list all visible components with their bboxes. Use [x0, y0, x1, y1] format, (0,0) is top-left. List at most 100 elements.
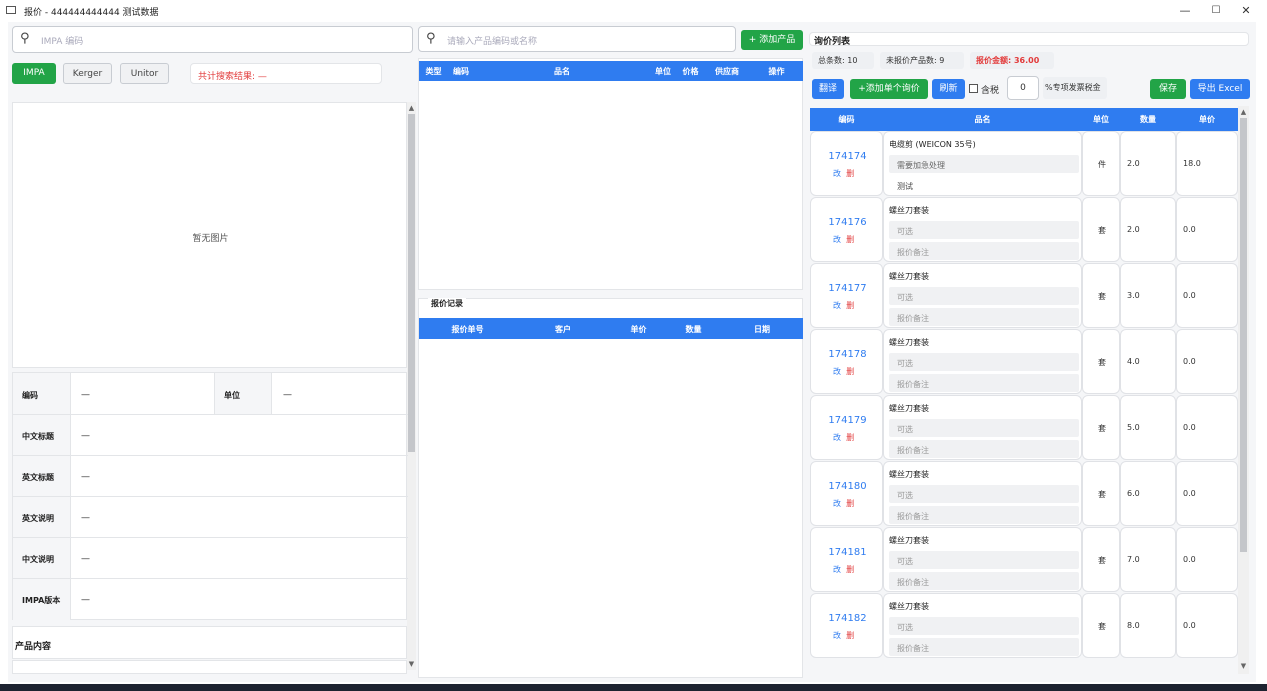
price-value[interactable]: 0.0: [1183, 423, 1196, 432]
edit-delete-links: 改 删: [833, 234, 854, 245]
product-name: 螺丝刀套装: [889, 338, 929, 347]
tab-impa[interactable]: IMPA: [12, 63, 56, 84]
delete-link[interactable]: 删: [846, 631, 854, 640]
requirement-field[interactable]: 可选: [889, 287, 1079, 305]
edit-link[interactable]: 改: [833, 169, 841, 178]
inquiry-scrollbar[interactable]: ▲ ▼: [1238, 106, 1249, 674]
price-value[interactable]: 0.0: [1183, 357, 1196, 366]
impa-search-input[interactable]: ⚲ IMPA 编码: [12, 26, 413, 53]
quote-note-field[interactable]: 报价备注: [889, 242, 1079, 260]
refresh-button[interactable]: 刷新: [932, 79, 965, 99]
inquiry-code[interactable]: 174177: [811, 283, 884, 294]
quote-note-field[interactable]: 报价备注: [889, 638, 1079, 656]
edit-link[interactable]: 改: [833, 631, 841, 640]
inquiry-row-price-cell: 0.0: [1176, 395, 1238, 460]
search-icon: ⚲: [426, 31, 436, 46]
edit-link[interactable]: 改: [833, 565, 841, 574]
save-button[interactable]: 保存: [1150, 79, 1186, 99]
inquiry-code[interactable]: 174178: [811, 349, 884, 360]
requirement-field[interactable]: 可选: [889, 353, 1079, 371]
edit-delete-links: 改 删: [833, 630, 854, 641]
product-search-input[interactable]: ⚲ 请输入产品编码或名称: [418, 26, 736, 52]
inquiry-col-code: 编码: [838, 115, 855, 124]
edit-link[interactable]: 改: [833, 367, 841, 376]
field-value-en-desc: —: [81, 513, 90, 523]
price-value[interactable]: 0.0: [1183, 291, 1196, 300]
tab-unitor[interactable]: Unitor: [120, 63, 169, 84]
inquiry-row-unit-cell: 套: [1082, 527, 1120, 592]
qty-value[interactable]: 3.0: [1127, 291, 1140, 300]
quote-note-field[interactable]: 报价备注: [889, 440, 1079, 458]
quote-note-field[interactable]: 报价备注: [889, 308, 1079, 326]
tab-kerger[interactable]: Kerger: [63, 63, 112, 84]
price-value[interactable]: 0.0: [1183, 225, 1196, 234]
product-name: 螺丝刀套装: [889, 536, 929, 545]
product-name: 螺丝刀套装: [889, 272, 929, 281]
qty-value[interactable]: 4.0: [1127, 357, 1140, 366]
requirement-field[interactable]: 可选: [889, 551, 1079, 569]
edit-link[interactable]: 改: [833, 433, 841, 442]
inquiry-row-name-cell: 螺丝刀套装 可选 报价备注: [883, 395, 1082, 460]
quote-note-field[interactable]: 报价备注: [889, 572, 1079, 590]
requirement-field[interactable]: 可选: [889, 221, 1079, 239]
col-code: 编码: [453, 67, 469, 76]
add-product-button[interactable]: + 添加产品: [741, 30, 803, 50]
requirement-field[interactable]: 可选: [889, 485, 1079, 503]
price-value[interactable]: 0.0: [1183, 489, 1196, 498]
delete-link[interactable]: 删: [846, 235, 854, 244]
price-value[interactable]: 0.0: [1183, 555, 1196, 564]
maximize-button[interactable]: ☐: [1204, 3, 1228, 19]
edit-delete-links: 改 删: [833, 564, 854, 575]
inquiry-code[interactable]: 174179: [811, 415, 884, 426]
qty-value[interactable]: 2.0: [1127, 159, 1140, 168]
qty-value[interactable]: 8.0: [1127, 621, 1140, 630]
delete-link[interactable]: 删: [846, 433, 854, 442]
inquiry-code[interactable]: 174176: [811, 217, 884, 228]
export-excel-button[interactable]: 导出 Excel: [1190, 79, 1250, 99]
inquiry-code[interactable]: 174182: [811, 613, 884, 624]
qty-value[interactable]: 2.0: [1127, 225, 1140, 234]
close-button[interactable]: ✕: [1234, 3, 1258, 19]
inquiry-code[interactable]: 174180: [811, 481, 884, 492]
no-image-text: 暂无图片: [192, 234, 229, 244]
qty-value[interactable]: 5.0: [1127, 423, 1140, 432]
edit-link[interactable]: 改: [833, 235, 841, 244]
unit-value: 套: [1098, 556, 1106, 565]
inquiry-row-price-cell: 0.0: [1176, 527, 1238, 592]
inquiry-code[interactable]: 174174: [811, 151, 884, 162]
quote-note-field[interactable]: 测试: [889, 176, 1079, 194]
impa-search-placeholder: IMPA 编码: [41, 37, 84, 47]
price-value[interactable]: 18.0: [1183, 159, 1201, 168]
inquiry-code[interactable]: 174181: [811, 547, 884, 558]
inquiry-row-price-cell: 0.0: [1176, 593, 1238, 658]
price-value[interactable]: 0.0: [1183, 621, 1196, 630]
requirement-field[interactable]: 可选: [889, 419, 1079, 437]
requirement-field[interactable]: 需要加急处理: [889, 155, 1079, 173]
translate-button[interactable]: 翻译: [812, 79, 844, 99]
left-scrollbar[interactable]: ▲ ▼: [407, 102, 416, 670]
tax-checkbox[interactable]: [969, 84, 978, 93]
delete-link[interactable]: 删: [846, 499, 854, 508]
quote-note-field[interactable]: 报价备注: [889, 506, 1079, 524]
tax-rate-input[interactable]: 0: [1007, 76, 1039, 100]
unit-value: 套: [1098, 490, 1106, 499]
inquiry-row-unit-cell: 套: [1082, 395, 1120, 460]
delete-link[interactable]: 删: [846, 367, 854, 376]
add-single-inquiry-button[interactable]: +添加单个询价: [850, 79, 928, 99]
inquiry-row-price-cell: 0.0: [1176, 263, 1238, 328]
quote-note-field[interactable]: 报价备注: [889, 374, 1079, 392]
edit-link[interactable]: 改: [833, 499, 841, 508]
delete-link[interactable]: 删: [846, 301, 854, 310]
delete-link[interactable]: 删: [846, 169, 854, 178]
inquiry-row-qty-cell: 3.0: [1120, 263, 1176, 328]
minimize-button[interactable]: —: [1173, 3, 1197, 19]
inquiry-row-code-cell: 174179 改 删: [810, 395, 883, 460]
edit-link[interactable]: 改: [833, 301, 841, 310]
product-content-title: 产品内容: [15, 642, 52, 652]
field-value-unit: —: [283, 390, 292, 400]
qty-value[interactable]: 6.0: [1127, 489, 1140, 498]
product-table: 类型 编码 品名 单位 价格 供应商 操作: [418, 58, 803, 290]
delete-link[interactable]: 删: [846, 565, 854, 574]
requirement-field[interactable]: 可选: [889, 617, 1079, 635]
qty-value[interactable]: 7.0: [1127, 555, 1140, 564]
